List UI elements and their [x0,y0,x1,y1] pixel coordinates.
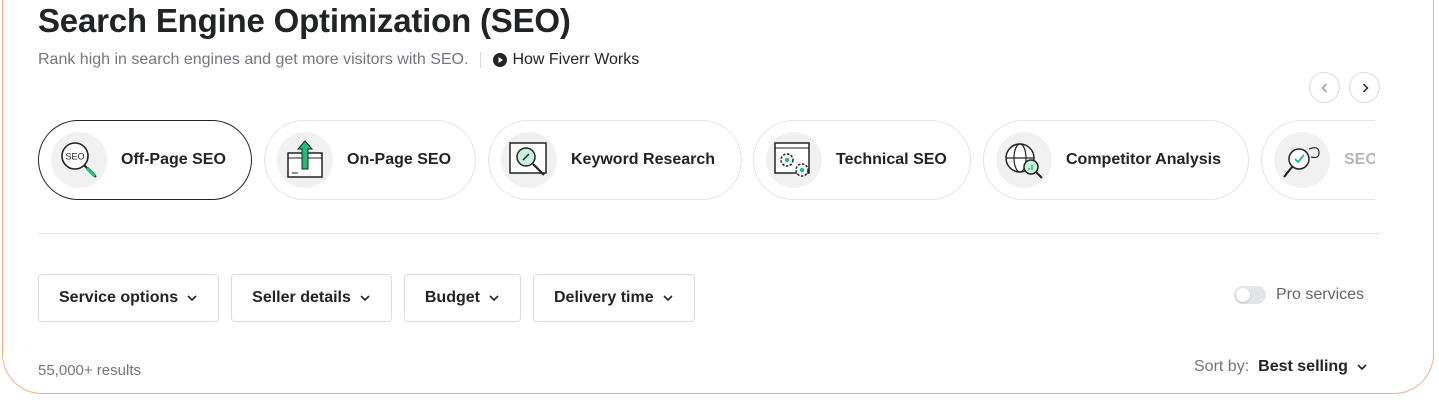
filter-bar: Service options Seller details Budget De… [38,274,695,322]
gears-browser-icon [774,142,810,177]
filter-delivery-time[interactable]: Delivery time [532,274,695,322]
subcategory-carousel: SEO Off-Page SEO On-Page SEO Keyword Res… [38,120,1375,202]
sort-dropdown[interactable]: Best selling [1258,358,1368,376]
carousel-prev-button[interactable] [1309,72,1340,103]
filter-label: Delivery time [553,289,654,306]
chip-label: Competitor Analysis [1066,151,1221,168]
page-subtitle: Rank high in search engines and get more… [38,51,469,68]
page-title: Search Engine Optimization (SEO) [38,2,571,39]
chip-label: Keyword Research [571,151,716,168]
subtitle-divider [480,52,482,68]
seo-audit-icon [1283,147,1320,178]
filter-seller-details[interactable]: Seller details [231,274,392,322]
how-fiverr-works-link[interactable]: How Fiverr Works [493,51,639,69]
chevron-right-icon [1362,82,1369,93]
carousel-next-button[interactable] [1349,72,1380,103]
sort-label: Sort by: [1194,358,1250,375]
results-count: 55,000+ results [38,362,141,379]
chip-on-page-seo[interactable]: On-Page SEO [264,120,476,200]
chip-off-page-seo[interactable]: SEO Off-Page SEO [38,120,252,200]
chip-competitor-analysis[interactable]: Competitor Analysis [983,120,1249,200]
chip-label: SEO [1344,151,1375,168]
chevron-down-icon [663,295,673,302]
seo-magnifier-icon: SEO [61,142,97,178]
pro-services-label: Pro services [1276,286,1365,303]
chip-label: Off-Page SEO [121,151,226,168]
sort-value: Best selling [1258,358,1348,375]
chip-seo-audit[interactable]: SEO [1261,120,1375,200]
filter-label: Service options [59,289,179,306]
sort-control: Sort by: Best selling [1194,358,1368,376]
pro-services-toggle[interactable] [1234,286,1266,304]
how-fiverr-works-label: How Fiverr Works [512,51,640,68]
chip-technical-seo[interactable]: Technical SEO [753,120,971,200]
svg-text:SEO: SEO [65,152,84,162]
chip-keyword-research[interactable]: Keyword Research [488,120,742,200]
page-upload-icon [287,140,323,178]
chip-label: On-Page SEO [347,151,452,168]
chip-label: Technical SEO [836,151,947,168]
chevron-down-icon [1357,364,1367,371]
chevron-down-icon [187,295,197,302]
chevron-down-icon [489,295,499,302]
subtitle-row: Rank high in search engines and get more… [38,49,639,71]
section-divider [38,233,1381,234]
globe-analysis-icon [1005,143,1043,179]
pro-services-toggle-row: Pro services [1234,286,1364,304]
toggle-knob [1236,288,1250,302]
play-circle-icon [493,53,508,67]
filter-budget[interactable]: Budget [403,274,521,322]
filter-service-options[interactable]: Service options [38,274,220,322]
filter-label: Budget [424,289,480,306]
keyword-search-icon [509,142,547,176]
chevron-left-icon [1320,82,1327,93]
filter-label: Seller details [252,289,351,306]
chevron-down-icon [360,295,370,302]
